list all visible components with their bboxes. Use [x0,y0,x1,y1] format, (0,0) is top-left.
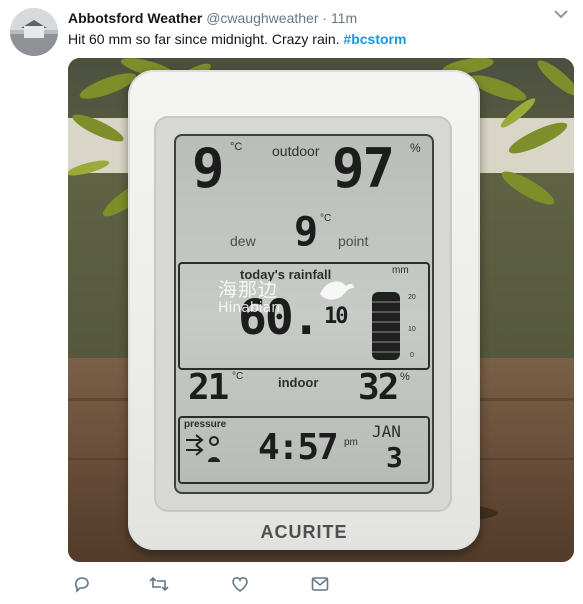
separator: · [322,10,328,26]
indoor-humidity-unit: % [400,371,410,383]
retweet-icon[interactable] [148,574,170,596]
rain-gauge-icon [372,292,400,360]
tweet: Abbotsford Weather @cwaughweather · 11m … [0,0,583,604]
clock-time: 4:57 [258,427,339,468]
avatar[interactable] [10,8,58,56]
gauge-tick-20: 20 [408,294,416,301]
dew-label: dew [230,233,256,249]
indoor-humidity: 32 [358,367,399,408]
dew-point-value: 9 [294,209,318,255]
rainfall-unit: mm [392,265,409,276]
weather-station: 9 °C outdoor 97 % dew 9 °C point today's… [128,70,480,550]
indoor-temp: 21 [188,367,229,408]
timestamp[interactable]: 11m [331,10,357,26]
watermark: 海那边 Hinabian [218,280,280,316]
pressure-label: pressure [184,419,227,430]
watermark-en: Hinabian [218,300,281,316]
hashtag-link[interactable]: #bcstorm [343,31,406,47]
display-bezel: 9 °C outdoor 97 % dew 9 °C point today's… [154,116,452,512]
tweet-actions [68,574,368,596]
outdoor-temp: 9 [192,137,224,200]
tweet-text: Hit 60 mm so far since midnight. Crazy r… [68,30,558,48]
clock-month: JAN [372,422,401,441]
author-name[interactable]: Abbotsford Weather [68,10,202,26]
clock-ampm: pm [344,437,358,448]
author-handle[interactable]: @cwaughweather [206,10,318,26]
lcd-screen: 9 °C outdoor 97 % dew 9 °C point today's… [174,134,434,494]
indoor-temp-unit: °C [232,371,244,382]
outdoor-humidity-unit: % [410,141,421,155]
gauge-tick-10: 10 [408,326,416,333]
brand-logo: ACURITE [260,522,348,542]
tweet-text-body: Hit 60 mm so far since midnight. Crazy r… [68,31,344,47]
reply-icon[interactable] [72,574,94,596]
outdoor-label: outdoor [272,143,320,159]
like-icon[interactable] [230,574,252,596]
rainfall-decimal: 10 [324,304,348,329]
point-label: point [338,233,369,249]
indoor-label: indoor [278,375,319,390]
watermark-bird-icon [320,281,354,300]
gauge-tick-0: 0 [410,352,414,359]
tweet-photo[interactable]: 9 °C outdoor 97 % dew 9 °C point today's… [68,58,574,562]
message-icon[interactable] [310,574,332,596]
outdoor-humidity: 97 [332,137,395,200]
clock-day: 3 [386,441,403,474]
tweet-header: Abbotsford Weather @cwaughweather · 11m [68,9,357,27]
watermark-zh: 海那边 [218,279,279,301]
chevron-down-icon[interactable] [553,8,571,22]
dew-temp-unit: °C [320,213,332,224]
outdoor-temp-unit: °C [230,141,243,153]
pressure-forecast-icon [186,434,220,462]
